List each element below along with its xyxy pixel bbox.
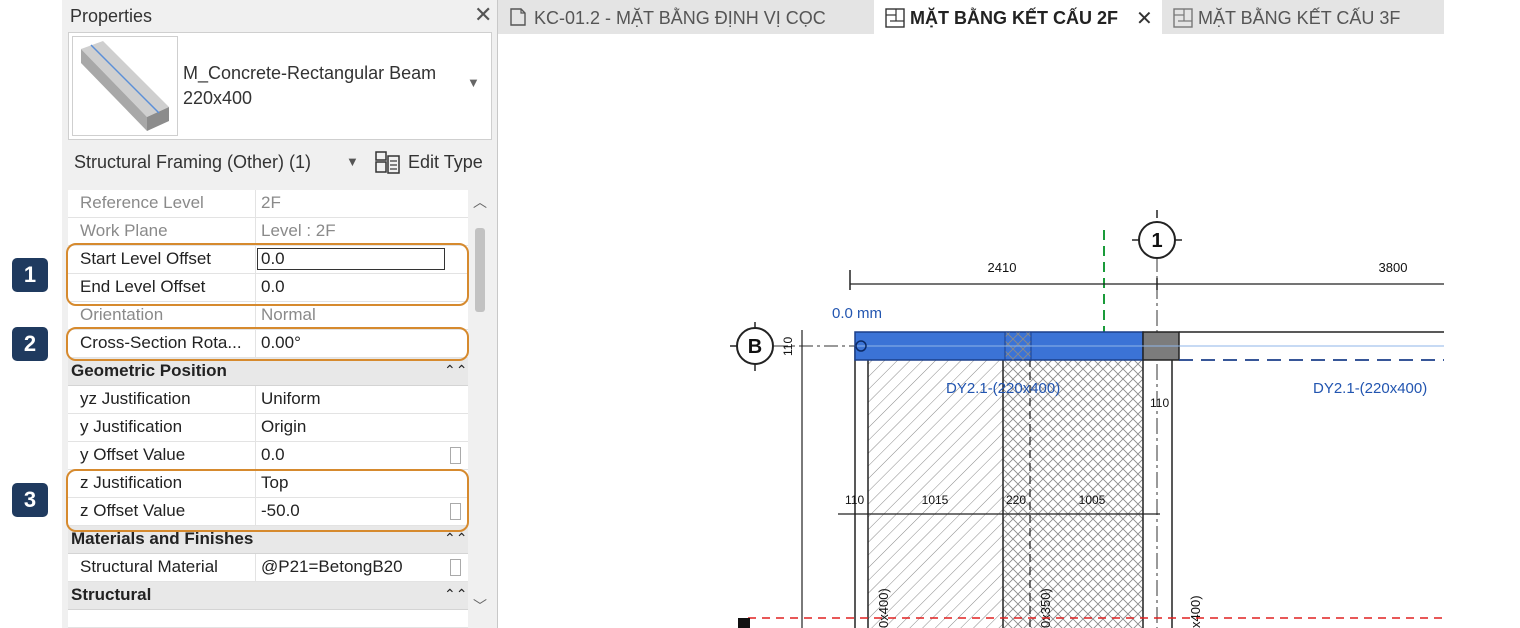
param-label: y Offset Value	[80, 445, 186, 464]
param-label: Structural Material	[80, 557, 218, 576]
highlight-box-3	[66, 469, 469, 532]
callout-badge-2: 2	[12, 327, 48, 361]
offset-label: 0.0 mm	[832, 305, 882, 322]
beam-preview-icon	[81, 41, 169, 131]
type-selector[interactable]: M_Concrete-Rectangular Beam 220x400 ▼	[68, 32, 492, 140]
param-value[interactable]: Origin	[261, 417, 306, 437]
floor-plan-icon	[885, 8, 905, 28]
category-label: Structural Framing (Other) (1)	[74, 152, 312, 172]
param-label: Orientation	[80, 305, 164, 324]
row-structural-material[interactable]: Structural Material @P21=BetongB20	[68, 554, 468, 582]
vertical-beam-tag: 0x350)	[1038, 588, 1053, 628]
beam-tag[interactable]: DY2.1-(220x400)	[1313, 380, 1427, 397]
tab-label: KC-01.2 - MẶT BẰNG ĐỊNH VỊ CỌC	[534, 8, 826, 28]
dim-110-right: 110	[1150, 396, 1169, 410]
tab-mat-bang-ket-cau-3f[interactable]: MẶT BẰNG KẾT CẤU 3F	[1162, 0, 1444, 34]
param-value[interactable]: @P21=BetongB20	[261, 557, 403, 577]
dim-220: 220	[1006, 493, 1026, 507]
edit-type-icon	[375, 151, 400, 174]
tab-kc-01-2[interactable]: KC-01.2 - MẶT BẰNG ĐỊNH VỊ CỌC	[498, 0, 874, 34]
row-y-offset-value[interactable]: y Offset Value 0.0	[68, 442, 468, 470]
dim-2410: 2410	[988, 260, 1017, 275]
beam-tag[interactable]: DY2.1-(220x400)	[946, 380, 1060, 397]
tab-mat-bang-ket-cau-2f[interactable]: MẶT BẰNG KẾT CẤU 2F ✕	[874, 0, 1162, 34]
dim-3800: 3800	[1379, 260, 1408, 275]
collapse-icon[interactable]: ⌃⌃	[444, 362, 467, 379]
edit-type-label: Edit Type	[408, 152, 483, 172]
vertical-beam-tag: 0x400)	[876, 588, 891, 628]
param-value: Level : 2F	[261, 221, 336, 240]
dim-1015: 1015	[922, 493, 949, 507]
callout-badge-3: 3	[12, 483, 48, 517]
row-reference-level: Reference Level 2F	[68, 190, 468, 218]
param-value[interactable]: Uniform	[261, 389, 321, 409]
properties-title: Properties	[70, 6, 153, 26]
row-yz-justification[interactable]: yz Justification Uniform	[68, 386, 468, 414]
highlight-box-2	[66, 327, 469, 361]
close-icon[interactable]: ✕	[1136, 6, 1153, 31]
row-partial	[68, 610, 468, 628]
dim-110-vertical: 110	[781, 337, 795, 356]
collapse-icon[interactable]: ⌃⌃	[444, 586, 467, 603]
sheet-icon	[510, 8, 526, 26]
group-geometric-position[interactable]: Geometric Position ⌃⌃	[68, 358, 468, 386]
row-y-justification[interactable]: y Justification Origin	[68, 414, 468, 442]
drawing-canvas[interactable]: 1 2410 3800 0.0 mm B 110 DY2.1-(220x400)…	[498, 34, 1520, 628]
properties-scrollbar[interactable]: ︿ ﹀	[468, 190, 492, 628]
view-tabs: KC-01.2 - MẶT BẰNG ĐỊNH VỊ CỌC MẶT BẰNG …	[498, 0, 1444, 34]
group-label: Geometric Position	[71, 361, 227, 380]
floor-plan-icon	[1173, 8, 1193, 28]
highlight-box-1	[66, 243, 469, 306]
properties-palette: Properties ✕ M_Concrete-Rectangular Beam…	[62, 0, 498, 628]
param-value: 2F	[261, 193, 281, 212]
properties-header: Properties ✕	[62, 0, 498, 32]
vertical-beam-tag: x400)	[1188, 595, 1203, 628]
beam-thumbnail	[72, 36, 178, 136]
associate-parameter-button[interactable]	[450, 447, 461, 464]
group-structural[interactable]: Structural ⌃⌃	[68, 582, 468, 610]
param-value: Normal	[261, 305, 316, 324]
group-label: Structural	[71, 585, 152, 604]
scroll-thumb[interactable]	[475, 228, 485, 312]
param-label: y Justification	[80, 417, 183, 436]
dim-1005: 1005	[1079, 493, 1106, 507]
dim-110-left: 110	[845, 493, 864, 507]
close-icon[interactable]: ✕	[474, 2, 492, 28]
type-name-line2: 220x400	[183, 88, 253, 108]
scroll-down-icon[interactable]: ﹀	[473, 596, 487, 616]
grid-label-1: 1	[1151, 230, 1162, 252]
group-label: Materials and Finishes	[71, 529, 254, 548]
type-name: M_Concrete-Rectangular Beam 220x400	[183, 61, 436, 111]
edit-type-button[interactable]: Edit Type	[372, 148, 492, 178]
param-label: Reference Level	[80, 193, 204, 212]
grid-label-b: B	[748, 336, 762, 358]
category-filter[interactable]: Structural Framing (Other) (1) ▼ Edit Ty…	[62, 148, 498, 180]
associate-parameter-button[interactable]	[450, 559, 461, 576]
scroll-up-icon[interactable]: ︿	[473, 192, 487, 212]
tab-label: MẶT BẰNG KẾT CẤU 2F	[910, 8, 1118, 28]
chevron-down-icon[interactable]: ▼	[467, 75, 480, 90]
collapse-icon[interactable]: ⌃⌃	[444, 530, 467, 547]
chevron-down-icon[interactable]: ▼	[346, 154, 359, 169]
param-label: yz Justification	[80, 389, 191, 408]
row-work-plane: Work Plane Level : 2F	[68, 218, 468, 246]
callout-badge-1: 1	[12, 258, 48, 292]
param-label: Work Plane	[80, 221, 168, 240]
row-orientation: Orientation Normal	[68, 302, 468, 330]
param-value[interactable]: 0.0	[261, 445, 285, 465]
type-name-line1: M_Concrete-Rectangular Beam	[183, 63, 437, 83]
tab-label: MẶT BẰNG KẾT CẤU 3F	[1198, 8, 1401, 28]
